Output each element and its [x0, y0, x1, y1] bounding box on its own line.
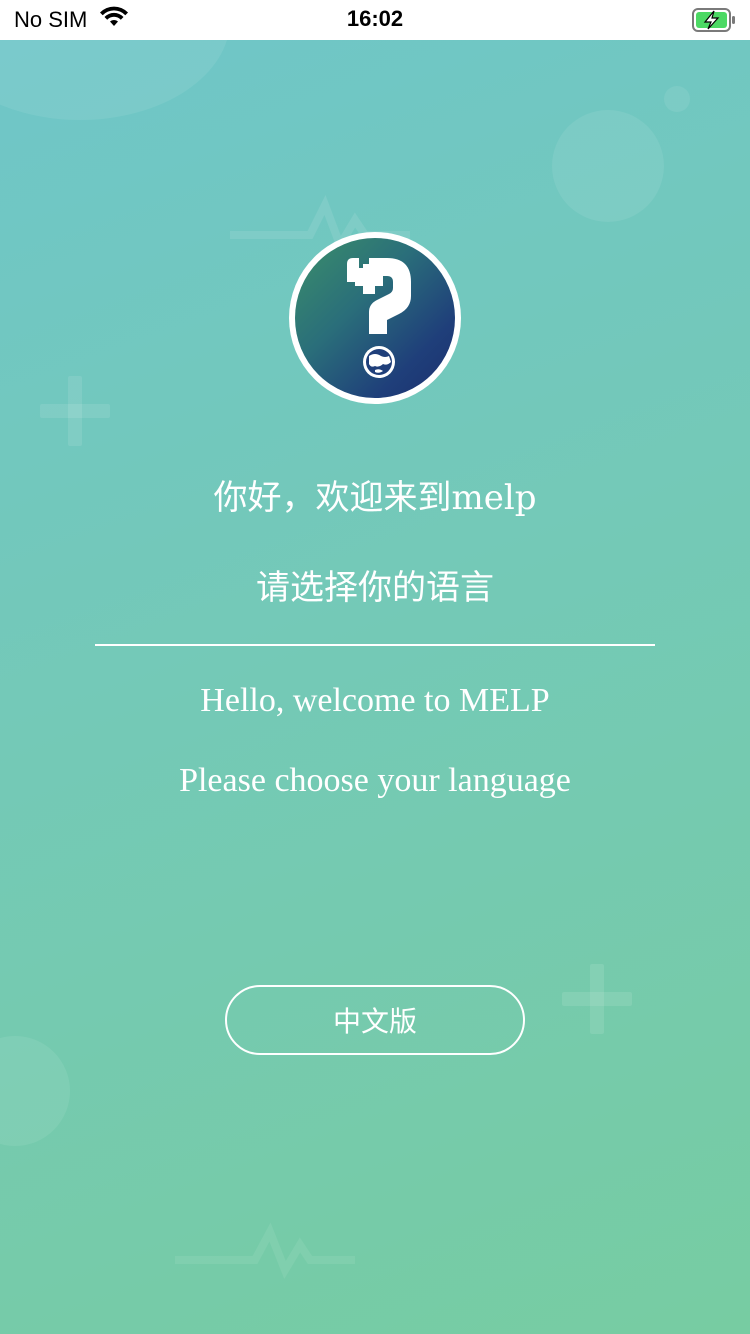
- app-logo: [289, 232, 461, 404]
- chinese-welcome-text: 你好，欢迎来到melp: [213, 478, 537, 518]
- english-welcome-text: Hello, welcome to MELP: [200, 682, 550, 719]
- status-time: 16:02: [346, 6, 404, 31]
- chinese-choose-language-text: 请选择你的语言: [256, 568, 494, 608]
- status-bar: No SIM 16:02: [0, 0, 750, 40]
- divider: [95, 644, 655, 646]
- chinese-version-button-label: 中文版: [332, 1005, 417, 1038]
- decor-pulse-line-bottom: [175, 1222, 355, 1280]
- chinese-version-button[interactable]: 中文版: [225, 985, 525, 1055]
- battery-charging-icon: [692, 8, 736, 32]
- decor-bubble-top-left: [0, 40, 230, 120]
- decor-plus-left: [40, 376, 110, 446]
- english-choose-language-text: Please choose your language: [179, 762, 571, 799]
- decor-bubble-small: [664, 86, 690, 112]
- decor-bubble-right: [552, 110, 664, 222]
- decor-plus-right: [562, 964, 632, 1034]
- decor-bubble-bottom-left: [0, 1036, 70, 1146]
- medical-question-globe-icon: [295, 238, 455, 398]
